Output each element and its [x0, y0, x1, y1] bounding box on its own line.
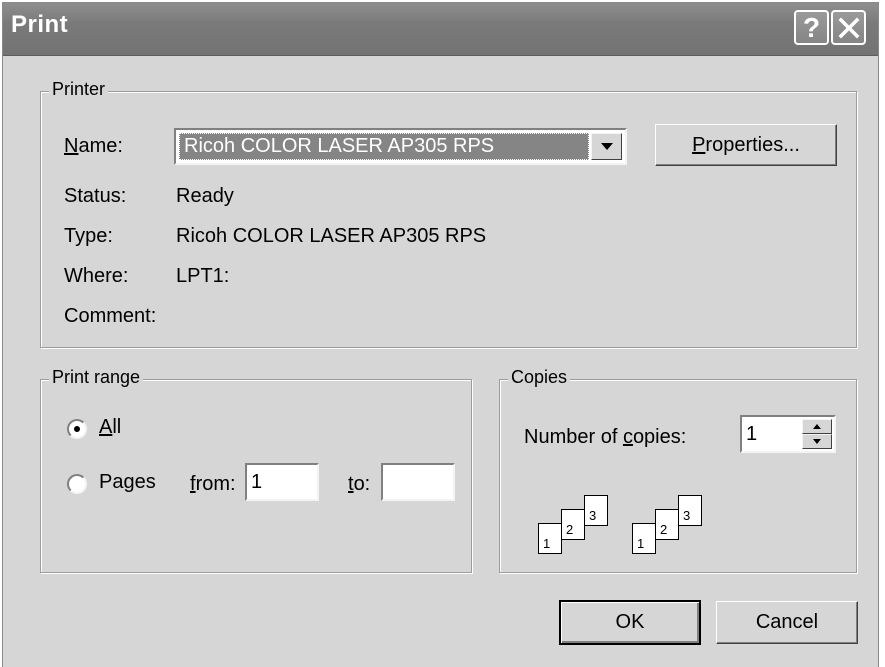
comment-label: Comment:	[64, 305, 157, 327]
window-title: Print	[11, 11, 69, 38]
from-input[interactable]: 1	[245, 463, 319, 501]
collate-page-2: 2	[561, 509, 585, 540]
close-icon	[838, 17, 859, 38]
name-label: Name:	[64, 135, 123, 157]
status-value: Ready	[176, 185, 234, 207]
cancel-button-label: Cancel	[755, 611, 819, 633]
printer-name-value: Ricoh COLOR LASER AP305 RPS	[179, 133, 589, 160]
type-label: Type:	[64, 225, 113, 247]
printer-group-label: Printer	[49, 79, 109, 100]
collate-page-3: 3	[678, 495, 702, 526]
close-button[interactable]	[831, 10, 866, 45]
arrow-up-icon	[813, 424, 821, 429]
copies-group-label: Copies	[508, 367, 571, 388]
collate-page-1: 1	[538, 523, 562, 554]
cancel-button[interactable]: Cancel	[716, 601, 858, 644]
to-input[interactable]	[381, 463, 455, 501]
collate-page-3: 3	[584, 495, 608, 526]
where-label: Where:	[64, 265, 129, 287]
where-value: LPT1:	[176, 265, 230, 287]
radio-selected-dot	[74, 426, 80, 432]
print-dialog: Print ? Printer Name: Ricoh COLOR LASER …	[2, 2, 879, 667]
printer-name-select[interactable]: Ricoh COLOR LASER AP305 RPS	[174, 128, 627, 165]
ok-button-label: OK	[615, 611, 645, 633]
print-range-group-label: Print range	[49, 367, 144, 388]
copies-spinner[interactable]	[802, 419, 832, 449]
ok-button[interactable]: OK	[559, 600, 701, 645]
copies-value: 1	[746, 423, 758, 445]
spin-up-button[interactable]	[802, 419, 832, 434]
properties-button-label: Properties...	[692, 133, 800, 156]
properties-button[interactable]: Properties...	[655, 124, 837, 166]
from-label: from:	[190, 473, 236, 495]
all-label[interactable]: All	[99, 416, 121, 439]
help-icon: ?	[802, 11, 821, 43]
copies-spin-input[interactable]: 1	[740, 415, 836, 453]
status-label: Status:	[64, 185, 127, 207]
collate-page-1: 1	[632, 523, 656, 554]
pages-label[interactable]: Pages	[99, 471, 156, 494]
dropdown-button[interactable]	[591, 133, 622, 160]
to-label: to:	[348, 473, 371, 495]
spin-down-button[interactable]	[802, 434, 832, 449]
all-radio[interactable]	[67, 419, 87, 439]
pages-radio[interactable]	[67, 474, 87, 494]
arrow-down-icon	[813, 439, 821, 444]
type-value: Ricoh COLOR LASER AP305 RPS	[176, 225, 487, 247]
title-bar[interactable]: Print ?	[3, 3, 878, 56]
collate-page-2: 2	[655, 509, 679, 540]
number-of-copies-label: Number of copies:	[524, 426, 687, 448]
help-button[interactable]: ?	[794, 10, 829, 45]
chevron-down-icon	[600, 142, 613, 150]
